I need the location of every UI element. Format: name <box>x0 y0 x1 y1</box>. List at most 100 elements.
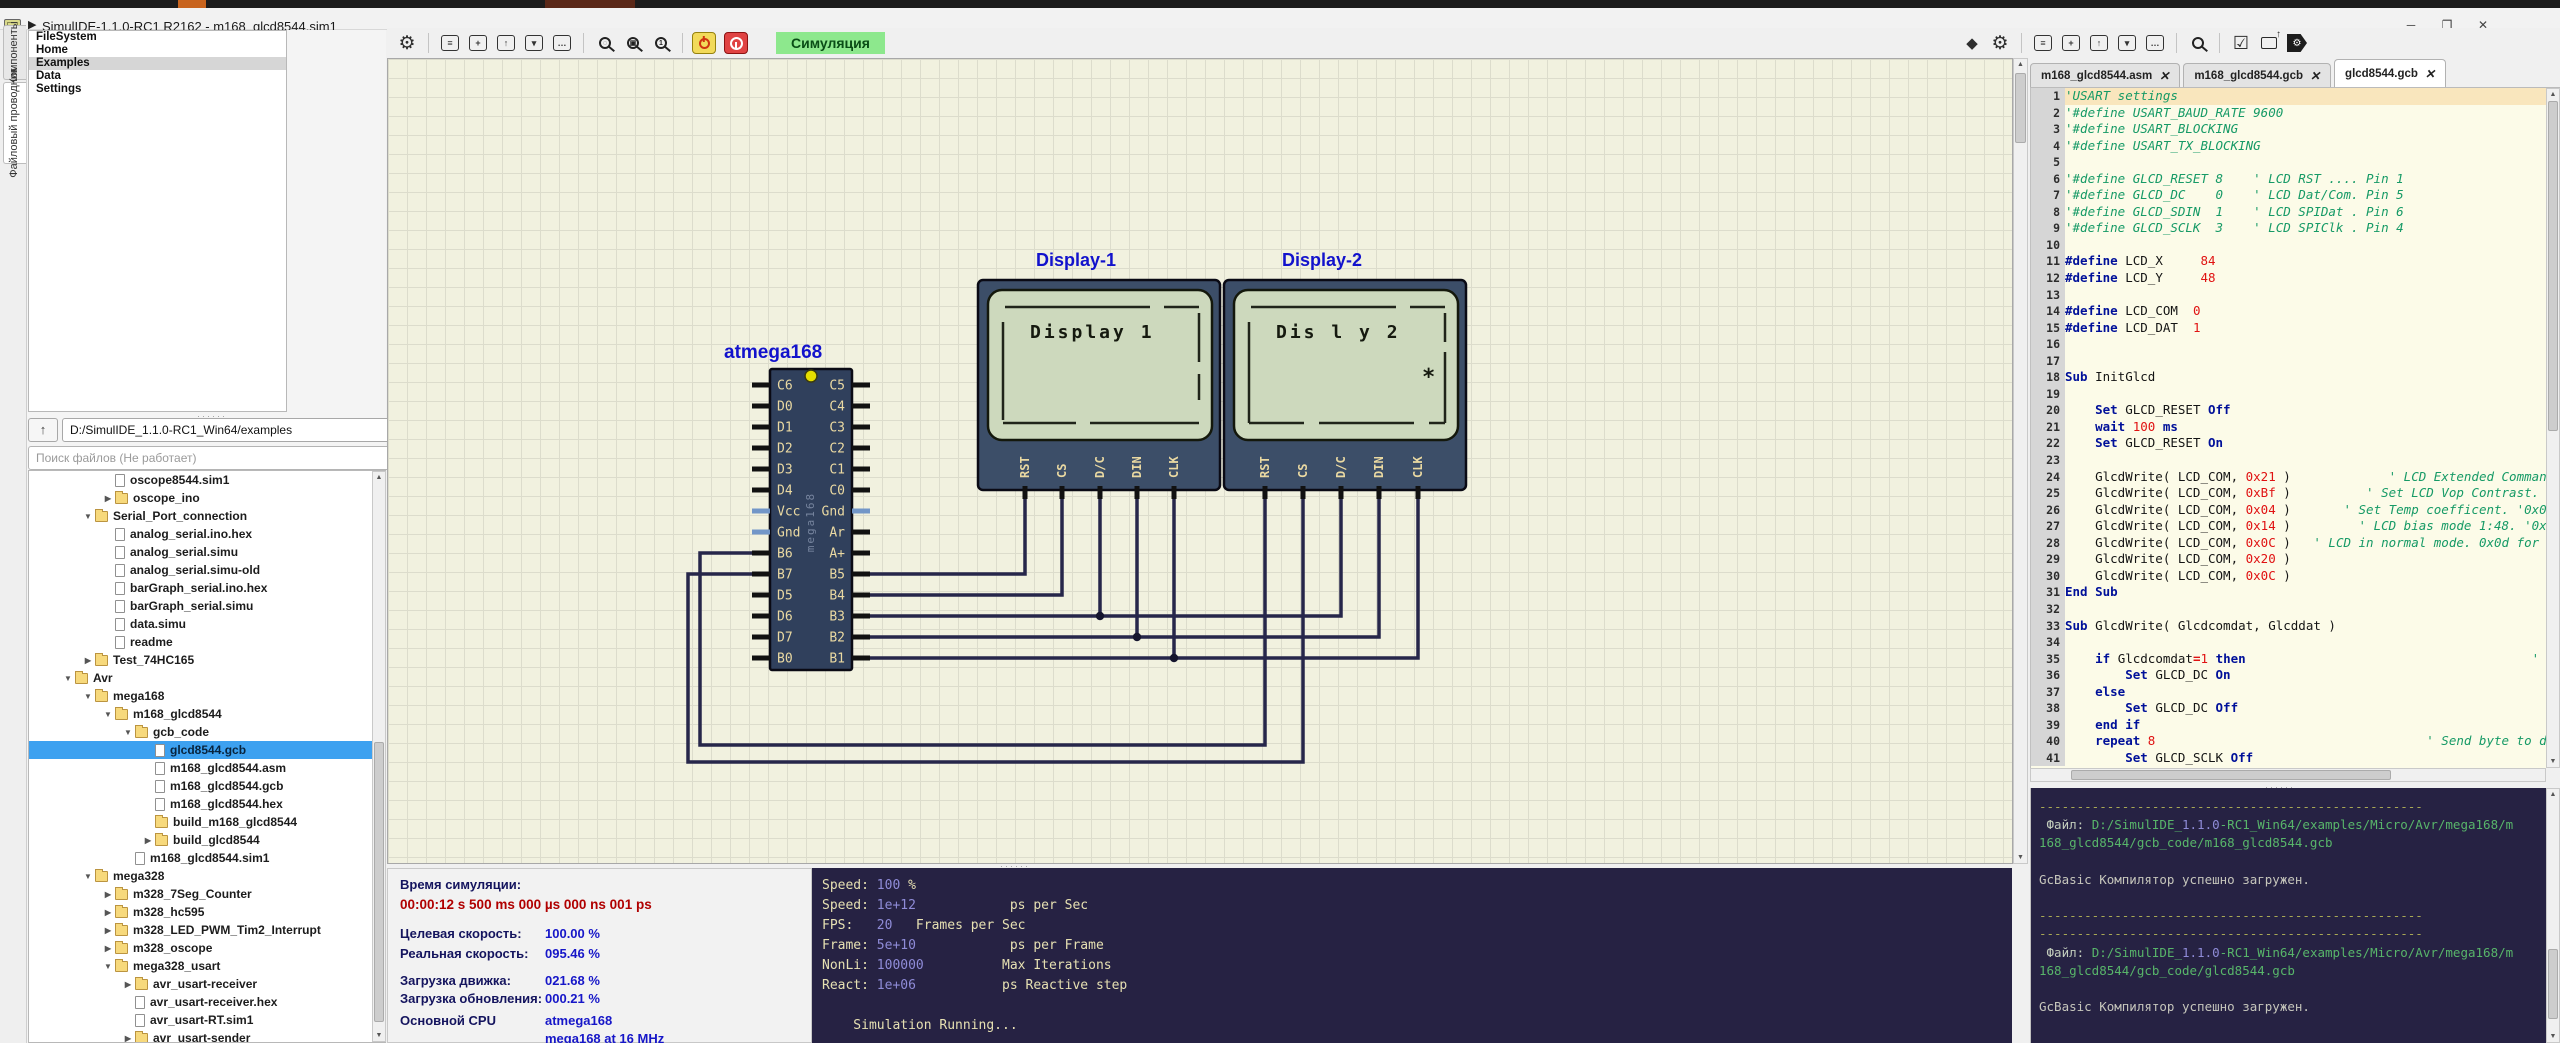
tree-item[interactable]: analog_serial.simu-old <box>29 561 385 579</box>
mcu-pin[interactable] <box>852 509 870 514</box>
tree-scroll-thumb[interactable] <box>374 742 384 1022</box>
find-replace-icon[interactable] <box>2186 31 2210 55</box>
tree-item[interactable]: build_m168_glcd8544 <box>29 813 385 831</box>
mcu-pin-label[interactable]: B3 <box>829 610 845 625</box>
mcu-pin-label[interactable]: B0 <box>777 652 793 667</box>
mcu-pin[interactable] <box>752 614 770 619</box>
zoom-selection-icon[interactable]: ▣ <box>621 31 645 55</box>
tree-item[interactable]: oscope8544.sim1 <box>29 471 385 489</box>
tree-item[interactable]: analog_serial.simu <box>29 543 385 561</box>
run-compiler-icon[interactable]: ⚙ <box>2285 31 2309 55</box>
mcu-pin-label[interactable]: B7 <box>777 568 793 583</box>
display-pin-label[interactable]: RST <box>1018 456 1032 478</box>
display-pin-label[interactable]: RST <box>1258 456 1272 478</box>
mcu-pin-label[interactable]: B5 <box>829 568 845 583</box>
mcu-pin-label[interactable]: C5 <box>829 379 845 394</box>
tree-item[interactable]: ▼mega168 <box>29 687 385 705</box>
new-circuit-icon[interactable]: + <box>466 31 490 55</box>
display-pin[interactable] <box>1377 486 1382 499</box>
splitter-handle[interactable]: ······ <box>2265 782 2295 792</box>
collapse-icon[interactable]: ▼ <box>101 710 115 719</box>
display-pin-label[interactable]: CLK <box>1411 456 1425 478</box>
tree-item[interactable]: ▶m328_oscope <box>29 939 385 957</box>
collapse-icon[interactable]: ▼ <box>61 674 75 683</box>
mcu-pin[interactable] <box>852 635 870 640</box>
mcu-pin[interactable] <box>752 530 770 535</box>
open-circuit-icon[interactable]: ↑ <box>494 31 518 55</box>
mcu-pin[interactable] <box>852 572 870 577</box>
path-up-button[interactable]: ↑ <box>28 418 58 442</box>
mcu-pin-label[interactable]: D2 <box>777 442 793 457</box>
display-screen-text[interactable]: Dis l y 2 <box>1276 322 1401 343</box>
tree-item[interactable]: m168_glcd8544.hex <box>29 795 385 813</box>
editor-settings-gear-icon[interactable]: ⚙ <box>1988 31 2012 55</box>
display-pin[interactable] <box>1023 486 1028 499</box>
mcu-pin[interactable] <box>852 593 870 598</box>
mcu-pin-label[interactable]: D7 <box>777 631 793 646</box>
tree-item[interactable]: glcd8544.gcb <box>29 741 385 759</box>
scroll-up-icon[interactable]: ▲ <box>373 474 385 481</box>
editor-tab[interactable]: m168_glcd8544.asm✕ <box>2030 63 2180 87</box>
mcu-pin[interactable] <box>752 572 770 577</box>
mcu-title[interactable]: atmega168 <box>724 342 822 363</box>
tab-close-icon[interactable]: ✕ <box>2425 67 2435 81</box>
mcu-pin-label[interactable]: D0 <box>777 400 793 415</box>
compiler-console-scrollbar[interactable]: ▲ ▼ <box>2546 788 2560 1043</box>
place-item-examples[interactable]: Examples <box>29 57 286 70</box>
expand-icon[interactable]: ▶ <box>101 890 115 899</box>
mcu-pin-label[interactable]: D3 <box>777 463 793 478</box>
mcu-pin[interactable] <box>852 614 870 619</box>
expand-icon[interactable]: ▶ <box>121 980 135 989</box>
mcu-notch[interactable] <box>805 370 817 382</box>
mcu-pin[interactable] <box>752 404 770 409</box>
mcu-pin[interactable] <box>752 551 770 556</box>
mcu-pin[interactable] <box>752 425 770 430</box>
mcu-pin[interactable] <box>852 530 870 535</box>
mcu-pin-label[interactable]: C2 <box>829 442 845 457</box>
open-file-icon[interactable]: ↑ <box>2087 31 2111 55</box>
place-item-data[interactable]: Data <box>29 70 286 83</box>
display-pin[interactable] <box>1098 486 1103 499</box>
place-item-home[interactable]: Home <box>29 44 286 57</box>
tree-scrollbar[interactable]: ▲ ▼ <box>372 471 386 1042</box>
collapse-icon[interactable]: ▼ <box>121 728 135 737</box>
mcu-pin-label[interactable]: D1 <box>777 421 793 436</box>
scroll-down-icon[interactable]: ▼ <box>373 1032 385 1039</box>
zoom-fit-icon[interactable]: ◌ <box>593 31 617 55</box>
splitter-handle[interactable]: ······ <box>1000 861 1030 871</box>
mcu-pin[interactable] <box>852 404 870 409</box>
mcu-pin-label[interactable]: C6 <box>777 379 793 394</box>
display-pin-label[interactable]: CS <box>1296 464 1310 478</box>
compile-check-icon[interactable]: ☑ <box>2229 31 2253 55</box>
mcu-pin[interactable] <box>852 467 870 472</box>
collapse-icon[interactable]: ▼ <box>101 962 115 971</box>
expand-icon[interactable]: ▶ <box>101 908 115 917</box>
mcu-pin[interactable] <box>752 488 770 493</box>
mcu-pin-label[interactable]: C0 <box>829 484 845 499</box>
editor-hscrollbar[interactable] <box>2030 768 2546 782</box>
display-pin[interactable] <box>1339 486 1344 499</box>
display-screen[interactable] <box>988 290 1212 440</box>
display-screen-text[interactable]: Display 1 <box>1030 322 1155 343</box>
collapse-icon[interactable]: ▼ <box>81 512 95 521</box>
tree-item[interactable]: ▼Avr <box>29 669 385 687</box>
debug-icon[interactable]: ◆ <box>1960 31 1984 55</box>
tree-item[interactable]: ▼gcb_code <box>29 723 385 741</box>
tree-item[interactable]: barGraph_serial.ino.hex <box>29 579 385 597</box>
mcu-pin[interactable] <box>752 656 770 661</box>
tree-item[interactable]: ▶avr_usart-sender <box>29 1029 385 1043</box>
code-editor[interactable]: 1'USART settings2'#define USART_BAUD_RAT… <box>2030 88 2546 768</box>
mcu-pin-label[interactable]: B1 <box>829 652 845 667</box>
tree-item[interactable]: ▼mega328_usart <box>29 957 385 975</box>
display-title[interactable]: Display-1 <box>1036 250 1116 270</box>
tree-item[interactable]: m168_glcd8544.sim1 <box>29 849 385 867</box>
display-pin-label[interactable]: CLK <box>1167 456 1181 478</box>
mcu-pin-label[interactable]: A+ <box>829 547 845 562</box>
mcu-pin-label[interactable]: C1 <box>829 463 845 478</box>
display-pin-label[interactable]: DIN <box>1372 456 1386 478</box>
tab-close-icon[interactable]: ✕ <box>2159 69 2169 83</box>
tree-item[interactable]: m168_glcd8544.gcb <box>29 777 385 795</box>
tree-item[interactable]: ▶Test_74HC165 <box>29 651 385 669</box>
place-item-filesystem[interactable]: FileSystem <box>29 31 286 44</box>
display-pin[interactable] <box>1263 486 1268 499</box>
